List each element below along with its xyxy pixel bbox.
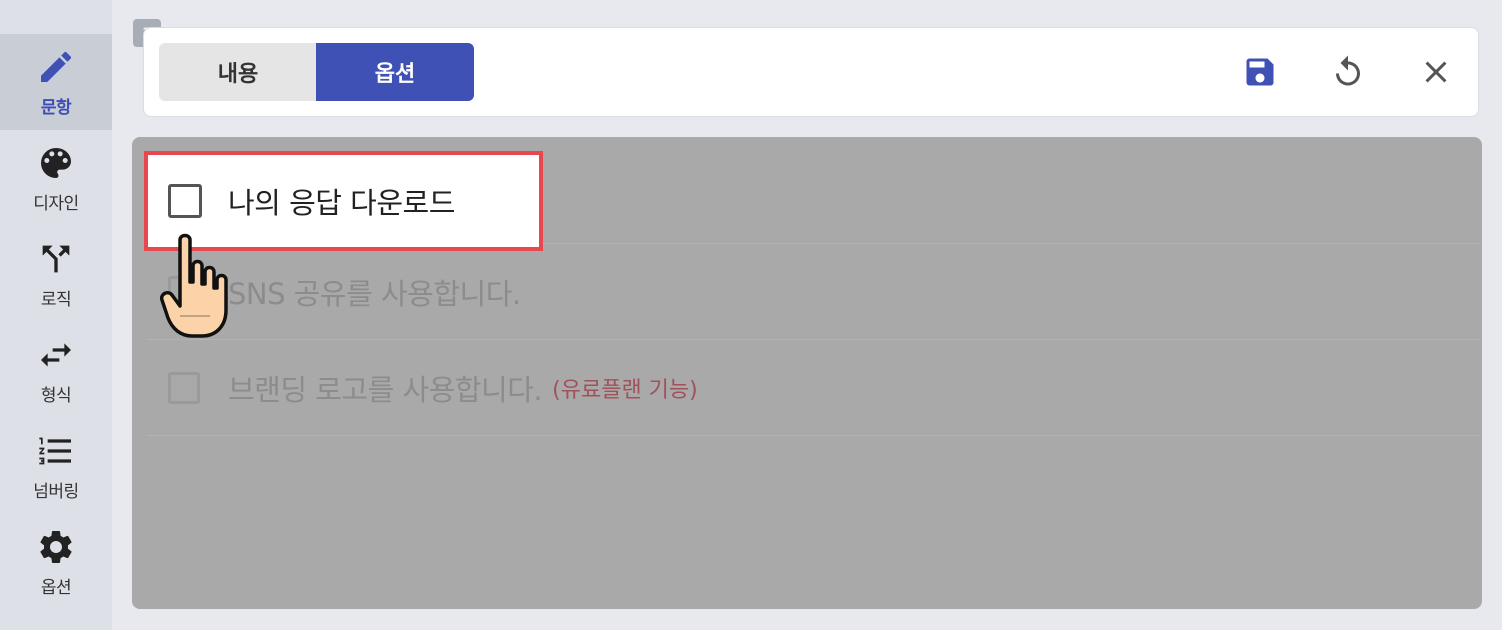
option-label: SNS 공유를 사용합니다.: [228, 277, 521, 311]
sidebar-item-label: 문항: [40, 97, 72, 118]
sidebar-item-question[interactable]: 문항: [0, 34, 112, 130]
tab-content[interactable]: 내용: [159, 43, 317, 101]
option-label: 브랜딩 로고를 사용합니다.: [228, 373, 543, 407]
tab-options[interactable]: 옵션: [316, 43, 474, 101]
save-button[interactable]: [1242, 54, 1278, 90]
sidebar-item-label: 옵션: [40, 577, 72, 598]
reset-icon: [1336, 55, 1360, 86]
option-row-branding-logo[interactable]: 브랜딩 로고를 사용합니다. (유료플랜 기능): [146, 341, 1480, 436]
sidebar-item-numbering[interactable]: 넘버링: [0, 418, 112, 514]
sidebar-item-logic[interactable]: 로직: [0, 226, 112, 322]
sidebar-item-label: 로직: [40, 289, 72, 310]
sidebar-item-label: 넘버링: [33, 481, 79, 502]
numbered-list-icon: [39, 437, 71, 464]
sidebar-item-label: 형식: [40, 385, 72, 406]
option-label: 나의 응답 다운로드: [228, 186, 455, 220]
close-icon: [1425, 61, 1447, 83]
sidebar-item-design[interactable]: 디자인: [0, 130, 112, 226]
sidebar-item-options[interactable]: 옵션: [0, 514, 112, 610]
sidebar-item-format[interactable]: 형식: [0, 322, 112, 418]
branding-logo-checkbox[interactable]: [168, 372, 200, 404]
my-response-download-checkbox[interactable]: [168, 184, 202, 218]
pencil-icon: [41, 51, 72, 82]
paid-plan-note: (유료플랜 기능): [552, 378, 698, 403]
palette-icon: [41, 147, 71, 178]
sidebar: 문항 디자인 로직 형식 넘버링 옵션: [0, 0, 112, 630]
reset-button[interactable]: [1330, 54, 1366, 90]
question-toolbar: 내용 옵션: [143, 27, 1479, 117]
sidebar-item-label: 디자인: [33, 193, 79, 214]
pointer-hand-icon: [159, 233, 228, 338]
save-icon: [1246, 58, 1274, 86]
logic-split-icon: [42, 245, 70, 272]
swap-arrows-icon: [41, 342, 71, 367]
close-button[interactable]: [1418, 54, 1454, 90]
option-row-sns-share[interactable]: SNS 공유를 사용합니다.: [146, 245, 1480, 340]
gear-icon: [40, 530, 72, 563]
